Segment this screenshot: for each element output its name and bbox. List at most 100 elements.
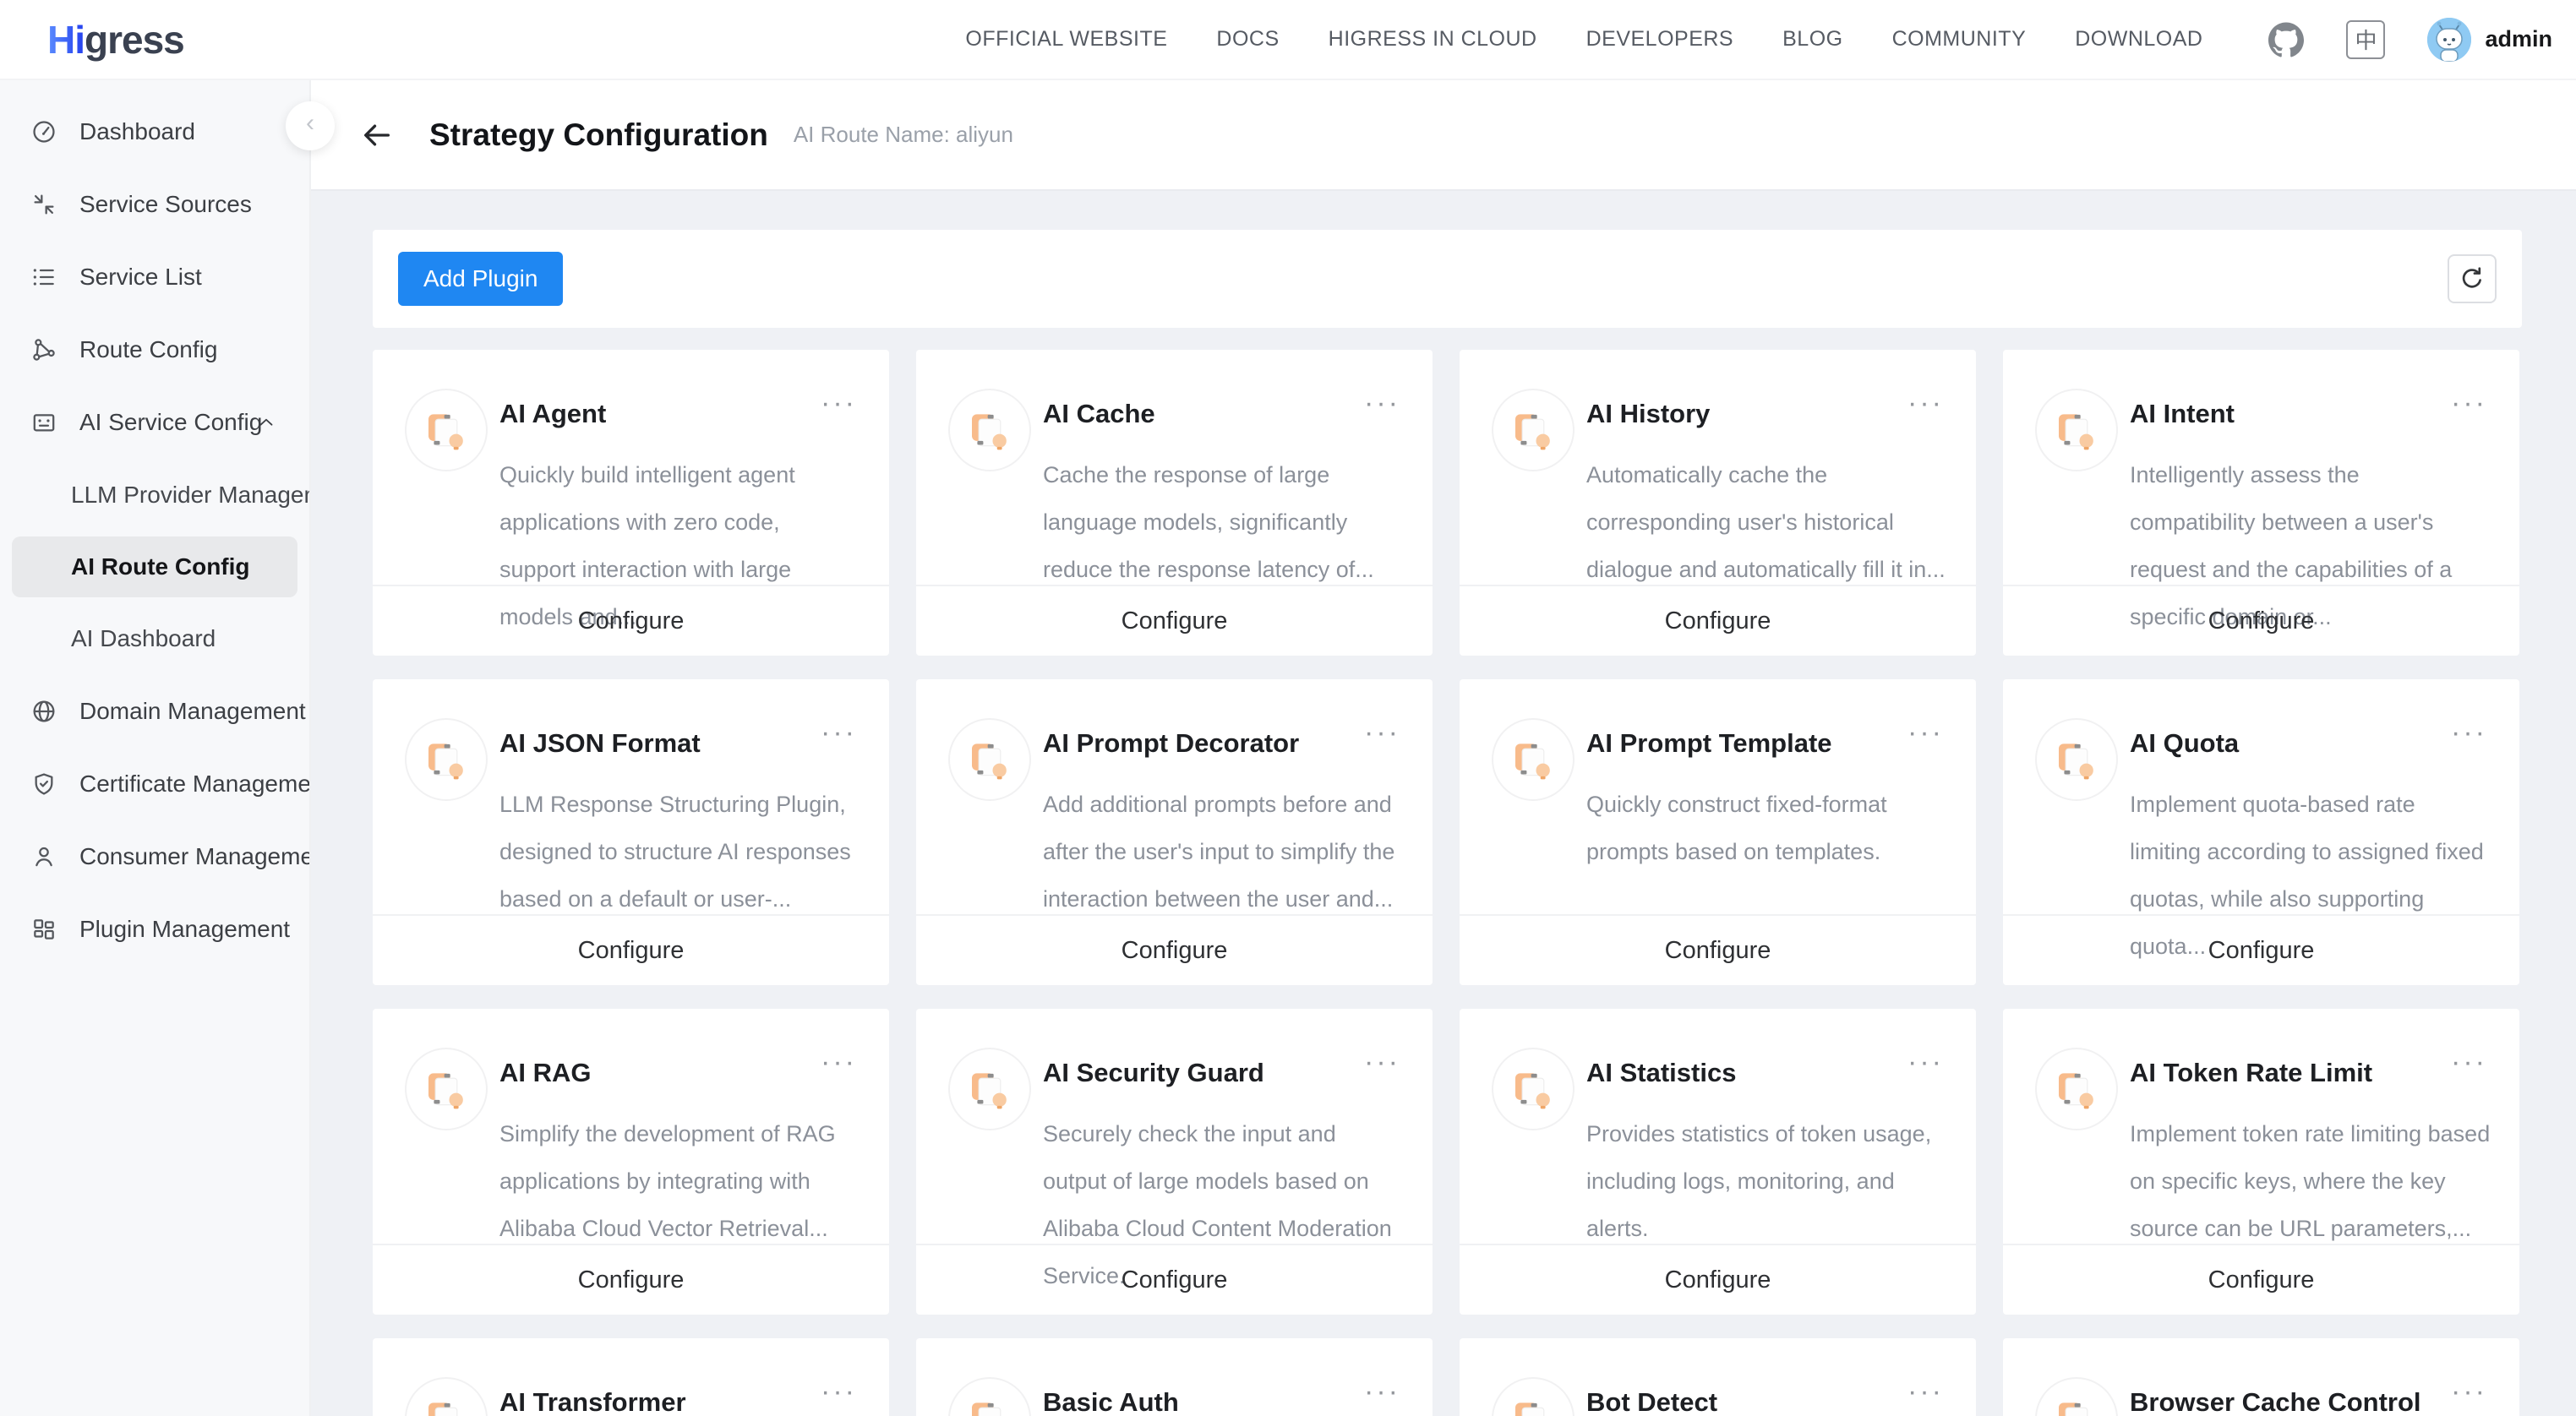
more-menu-icon[interactable]: ··· [1364, 1375, 1400, 1408]
user-name: admin [2485, 26, 2552, 52]
plugin-card-title: AI Token Rate Limit [2130, 1058, 2372, 1088]
nav-item-developers[interactable]: DEVELOPERS [1586, 27, 1734, 52]
configure-button[interactable]: Configure [373, 585, 889, 656]
sidebar-item-label: Service Sources [79, 191, 252, 218]
plugin-icon [405, 389, 488, 471]
dashboard-icon [30, 118, 57, 145]
configure-button[interactable]: Configure [2003, 914, 2519, 985]
more-menu-icon[interactable]: ··· [1364, 387, 1400, 420]
configure-button[interactable]: Configure [1460, 914, 1976, 985]
page-header: Strategy Configuration AI Route Name: al… [311, 80, 2576, 191]
logo-rest: gress [85, 17, 184, 63]
plugin-card-grid: AI Agent ··· Quickly build intelligent a… [373, 350, 2522, 1416]
plugin-card-ai-prompt-decorator: AI Prompt Decorator ··· Add additional p… [916, 679, 1433, 985]
refresh-button[interactable] [2448, 254, 2497, 303]
language-toggle-icon[interactable]: 中 [2346, 20, 2385, 59]
sidebar-item-service-list[interactable]: Service List [0, 241, 309, 313]
plugin-card-description: Provides statistics of token usage, incl… [1586, 1110, 1947, 1252]
configure-button[interactable]: Configure [2003, 1244, 2519, 1315]
sidebar-item-certificate-management[interactable]: Certificate Management [0, 748, 309, 820]
plugin-icon [1492, 1377, 1575, 1416]
configure-button[interactable]: Configure [373, 1244, 889, 1315]
nav-item-official-website[interactable]: OFFICIAL WEBSITE [965, 27, 1167, 52]
more-menu-icon[interactable]: ··· [1907, 1375, 1944, 1408]
more-menu-icon[interactable]: ··· [2451, 387, 2487, 420]
configure-button[interactable]: Configure [916, 1244, 1433, 1315]
sidebar-item-domain-management[interactable]: Domain Management [0, 675, 309, 748]
plugin-card-browser-cache-control: Browser Cache Control ··· Configure [2003, 1338, 2519, 1416]
sidebar-collapse-button[interactable]: ‹ [286, 101, 335, 150]
plugin-card-basic-auth: Basic Auth ··· Configure [916, 1338, 1433, 1416]
plugin-icon [948, 1377, 1031, 1416]
more-menu-icon[interactable]: ··· [1364, 1046, 1400, 1079]
plugin-card-title: AI RAG [499, 1058, 592, 1088]
sidebar-item-ai-dashboard[interactable]: AI Dashboard [0, 602, 309, 675]
more-menu-icon[interactable]: ··· [821, 1375, 857, 1408]
user-menu[interactable]: admin [2427, 18, 2552, 62]
configure-button[interactable]: Configure [2003, 585, 2519, 656]
sidebar-item-label: Domain Management [79, 698, 306, 725]
sidebar-item-ai-route-config[interactable]: AI Route Config [12, 536, 297, 597]
sidebar-item-label: Service List [79, 264, 202, 291]
nav-item-higress-in-cloud[interactable]: HIGRESS IN CLOUD [1329, 27, 1537, 52]
more-menu-icon[interactable]: ··· [2451, 716, 2487, 749]
more-menu-icon[interactable]: ··· [1907, 387, 1944, 420]
sidebar-item-label: AI Route Config [71, 553, 250, 580]
plugin-card-ai-cache: AI Cache ··· Cache the response of large… [916, 350, 1433, 656]
more-menu-icon[interactable]: ··· [2451, 1046, 2487, 1079]
more-menu-icon[interactable]: ··· [1907, 1046, 1944, 1079]
plugin-card-description: Add additional prompts before and after … [1043, 781, 1404, 923]
plugin-card-title: AI Prompt Template [1586, 728, 1832, 759]
sidebar-item-ai-service-config[interactable]: AI Service Config [0, 386, 309, 459]
sidebar-item-label: Route Config [79, 336, 217, 363]
github-icon[interactable] [2268, 22, 2304, 57]
plugin-icon [1492, 1048, 1575, 1130]
route-config-icon [30, 336, 57, 363]
add-plugin-button[interactable]: Add Plugin [398, 252, 563, 306]
nav-item-community[interactable]: COMMUNITY [1892, 27, 2027, 52]
plugin-icon [405, 1048, 488, 1130]
sidebar-item-service-sources[interactable]: Service Sources [0, 168, 309, 241]
more-menu-icon[interactable]: ··· [821, 1046, 857, 1079]
sidebar-item-label: Consumer Management [79, 843, 309, 870]
more-menu-icon[interactable]: ··· [1364, 716, 1400, 749]
certificate-icon [30, 771, 57, 798]
configure-button[interactable]: Configure [1460, 585, 1976, 656]
plugin-toolbar: Add Plugin [373, 230, 2522, 328]
plugin-card-ai-history: AI History ··· Automatically cache the c… [1460, 350, 1976, 656]
higress-logo[interactable]: Higress [47, 17, 184, 63]
sidebar-item-plugin-management[interactable]: Plugin Management [0, 893, 309, 966]
plugin-card-description: LLM Response Structuring Plugin, designe… [499, 781, 860, 923]
plugin-card-bot-detect: Bot Detect ··· Configure [1460, 1338, 1976, 1416]
domain-icon [30, 698, 57, 725]
more-menu-icon[interactable]: ··· [821, 387, 857, 420]
nav-item-blog[interactable]: BLOG [1782, 27, 1842, 52]
sidebar-item-dashboard[interactable]: Dashboard [0, 95, 309, 168]
sidebar-item-llm-provider-management[interactable]: LLM Provider Management [0, 459, 309, 531]
more-menu-icon[interactable]: ··· [821, 716, 857, 749]
sidebar-item-consumer-management[interactable]: Consumer Management [0, 820, 309, 893]
plugin-card-title: Bot Detect [1586, 1387, 1717, 1416]
plugin-card-description: Quickly construct fixed-format prompts b… [1586, 781, 1947, 875]
configure-button[interactable]: Configure [916, 914, 1433, 985]
plugin-card-title: AI Statistics [1586, 1058, 1736, 1088]
plugin-icon [30, 916, 57, 943]
top-header: Higress OFFICIAL WEBSITE DOCS HIGRESS IN C… [0, 0, 2576, 80]
configure-button[interactable]: Configure [916, 585, 1433, 656]
more-menu-icon[interactable]: ··· [1907, 716, 1944, 749]
main-content: Add Plugin AI Agent ··· Quickly build in… [311, 191, 2576, 1416]
plugin-card-ai-token-rate-limit: AI Token Rate Limit ··· Implement token … [2003, 1009, 2519, 1315]
configure-button[interactable]: Configure [373, 914, 889, 985]
nav-item-download[interactable]: DOWNLOAD [2075, 27, 2202, 52]
configure-button[interactable]: Configure [1460, 1244, 1976, 1315]
sidebar-item-route-config[interactable]: Route Config [0, 313, 309, 386]
back-arrow-icon[interactable] [360, 118, 394, 152]
more-menu-icon[interactable]: ··· [2451, 1375, 2487, 1408]
plugin-card-title: AI Quota [2130, 728, 2239, 759]
plugin-card-title: AI History [1586, 399, 1710, 429]
logo-hi: Hi [47, 17, 85, 63]
sidebar: Dashboard Service Sources Service List Rout… [0, 80, 311, 1416]
plugin-card-description: Cache the response of large language mod… [1043, 451, 1404, 593]
plugin-icon [2035, 718, 2118, 801]
nav-item-docs[interactable]: DOCS [1216, 27, 1279, 52]
